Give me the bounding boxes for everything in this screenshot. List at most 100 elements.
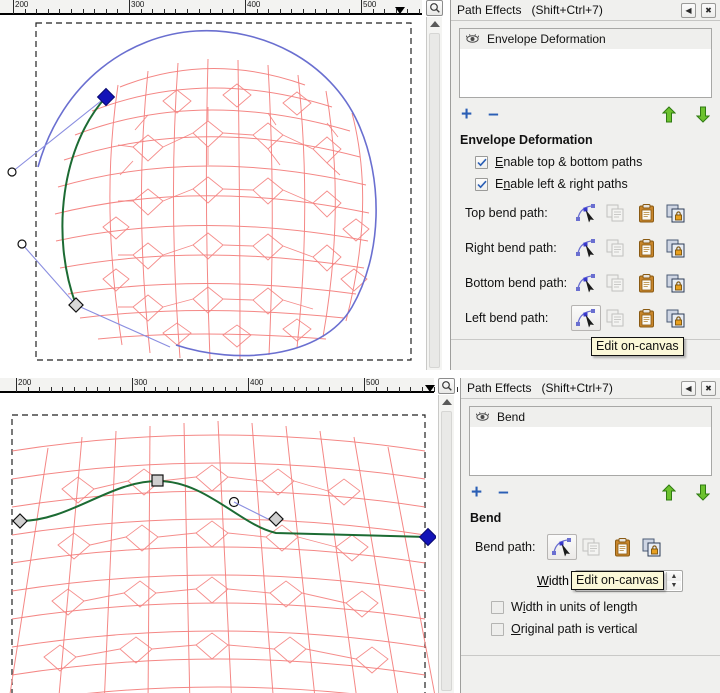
ruler-minor-tick (422, 387, 423, 392)
path-effects-panel-bottom: Path Effects (Shift+Ctrl+7) ◀ ✖ Bend + –… (460, 378, 720, 693)
move-effect-down-button-bottom[interactable] (696, 484, 710, 501)
checkbox-enable-left-right[interactable]: Enable left & right paths (475, 177, 720, 191)
ruler-label: 200 (15, 0, 29, 9)
row-label: Bend path: (475, 540, 536, 554)
link-lock-icon-button[interactable] (661, 200, 691, 226)
ruler-major-tick (13, 0, 14, 14)
move-effect-up-button-top[interactable] (662, 105, 676, 123)
close-panel-button-bottom[interactable]: ✖ (701, 381, 716, 396)
add-effect-button-top[interactable]: + (461, 105, 472, 124)
horizontal-ruler-top[interactable]: 200 300 400 500 (0, 0, 444, 15)
copy-icon (606, 239, 624, 257)
move-effect-up-button-bottom[interactable] (662, 483, 676, 501)
top-canvas-pane: 200 300 400 500 (0, 0, 450, 370)
panel-titlebar-top: Path Effects (Shift+Ctrl+7) ◀ ✖ (451, 0, 720, 21)
copy-icon-button[interactable] (601, 235, 631, 261)
paste-icon-button[interactable] (631, 200, 661, 226)
copy-icon-button[interactable] (601, 305, 631, 331)
ruler-minor-tick (375, 387, 377, 392)
list-item[interactable]: Bend (470, 407, 711, 427)
ruler-major-tick (361, 0, 362, 14)
row-right-bend-path: Right bend path: (451, 235, 720, 261)
ruler-minor-tick (97, 387, 99, 392)
checkbox-label: Original path is vertical (511, 622, 638, 636)
eye-icon[interactable] (476, 411, 489, 424)
effects-list-bottom[interactable]: Bend (469, 406, 712, 476)
scroll-up-arrow-icon[interactable] (429, 21, 440, 27)
panel-titlebar-bottom: Path Effects (Shift+Ctrl+7) ◀ ✖ (461, 378, 720, 399)
copy-icon-button[interactable] (601, 270, 631, 296)
scrollbar-thumb[interactable] (429, 33, 440, 368)
row-left-bend-path: Left bend path: (451, 305, 720, 331)
ruler-label: 500 (363, 0, 377, 9)
canvas-vscrollbar-top[interactable] (426, 17, 442, 370)
scrollbar-thumb[interactable] (441, 411, 452, 691)
ruler-major-tick (132, 378, 133, 392)
width-stepper[interactable]: ▲ ▼ (665, 572, 681, 590)
checkbox-box[interactable] (491, 622, 504, 636)
collapse-panel-button-top[interactable]: ◀ (681, 3, 696, 18)
link-lock-icon-button[interactable] (637, 534, 667, 560)
zoom-button-bottom[interactable] (438, 378, 455, 394)
ruler-minor-tick (201, 387, 203, 392)
panel-shortcut-text: (Shift+Ctrl+7) (531, 3, 603, 17)
panel-title-buttons-top: ◀ ✖ (681, 3, 716, 18)
paste-icon-button[interactable] (631, 235, 661, 261)
drawing-canvas-bottom[interactable] (0, 393, 436, 693)
checkbox-original-path-vertical[interactable]: Original path is vertical (491, 622, 720, 636)
move-effect-down-button-top[interactable] (696, 106, 710, 123)
checkbox-box[interactable] (475, 155, 488, 169)
checkbox-box[interactable] (475, 177, 488, 191)
drawing-canvas-top[interactable] (0, 15, 424, 370)
copy-icon-button[interactable] (601, 200, 631, 226)
canvas-vscrollbar-bottom[interactable] (438, 395, 454, 693)
ruler-minor-tick (210, 9, 212, 14)
stepper-down-button[interactable]: ▼ (666, 581, 681, 590)
ruler-minor-tick (190, 387, 191, 392)
effect-name-label: Envelope Deformation (487, 32, 606, 46)
ruler-minor-tick (306, 387, 307, 392)
paste-icon-button[interactable] (631, 270, 661, 296)
copy-icon-button[interactable] (577, 534, 607, 560)
link-lock-icon-button[interactable] (661, 235, 691, 261)
link-lock-icon-button[interactable] (661, 270, 691, 296)
effects-list-top[interactable]: Envelope Deformation (459, 28, 712, 98)
stepper-up-button[interactable]: ▲ (666, 572, 681, 581)
remove-effect-button-bottom[interactable]: – (498, 483, 509, 502)
paste-icon (638, 273, 654, 292)
edit-on-canvas-icon-button[interactable] (571, 305, 601, 331)
eye-icon[interactable] (466, 33, 479, 46)
checkbox-enable-top-bottom[interactable]: Enable top & bottom paths (475, 155, 720, 169)
ruler-minor-tick (74, 387, 75, 392)
ruler-minor-tick (163, 9, 165, 14)
link-lock-icon-button[interactable] (661, 305, 691, 331)
edit-on-canvas-icon-button[interactable] (571, 270, 601, 296)
magnifier-icon (429, 3, 440, 13)
ruler-minor-tick (236, 387, 238, 392)
paste-icon-button[interactable] (607, 534, 637, 560)
checkbox-width-units-of-length[interactable]: Width in units of length (491, 600, 720, 614)
close-panel-button-top[interactable]: ✖ (701, 3, 716, 18)
checkbox-box[interactable] (491, 600, 504, 614)
checkmark-icon (476, 180, 487, 188)
ruler-minor-tick (108, 387, 110, 392)
ruler-minor-tick (221, 9, 223, 14)
remove-effect-button-top[interactable]: – (488, 105, 499, 124)
ruler-minor-tick (140, 9, 142, 14)
ruler-baseline (0, 391, 434, 392)
edit-on-canvas-icon-button[interactable] (571, 235, 601, 261)
edit-on-canvas-icon-button[interactable] (547, 534, 577, 560)
collapse-panel-button-bottom[interactable]: ◀ (681, 381, 696, 396)
horizontal-ruler-bottom[interactable]: 200 300 400 500 (0, 378, 458, 393)
add-effect-button-bottom[interactable]: + (471, 483, 482, 502)
zoom-button-top[interactable] (426, 0, 443, 16)
panel-title-text: Path Effects (457, 3, 522, 17)
ruler-major-tick (248, 378, 249, 392)
list-item[interactable]: Envelope Deformation (460, 29, 711, 49)
paste-icon-button[interactable] (631, 305, 661, 331)
edit-on-canvas-icon-button[interactable] (571, 200, 601, 226)
scroll-up-arrow-icon[interactable] (441, 399, 452, 405)
edit-on-canvas-icon (576, 204, 595, 223)
ruler-major-tick (364, 378, 365, 392)
ruler-minor-tick (166, 387, 168, 392)
